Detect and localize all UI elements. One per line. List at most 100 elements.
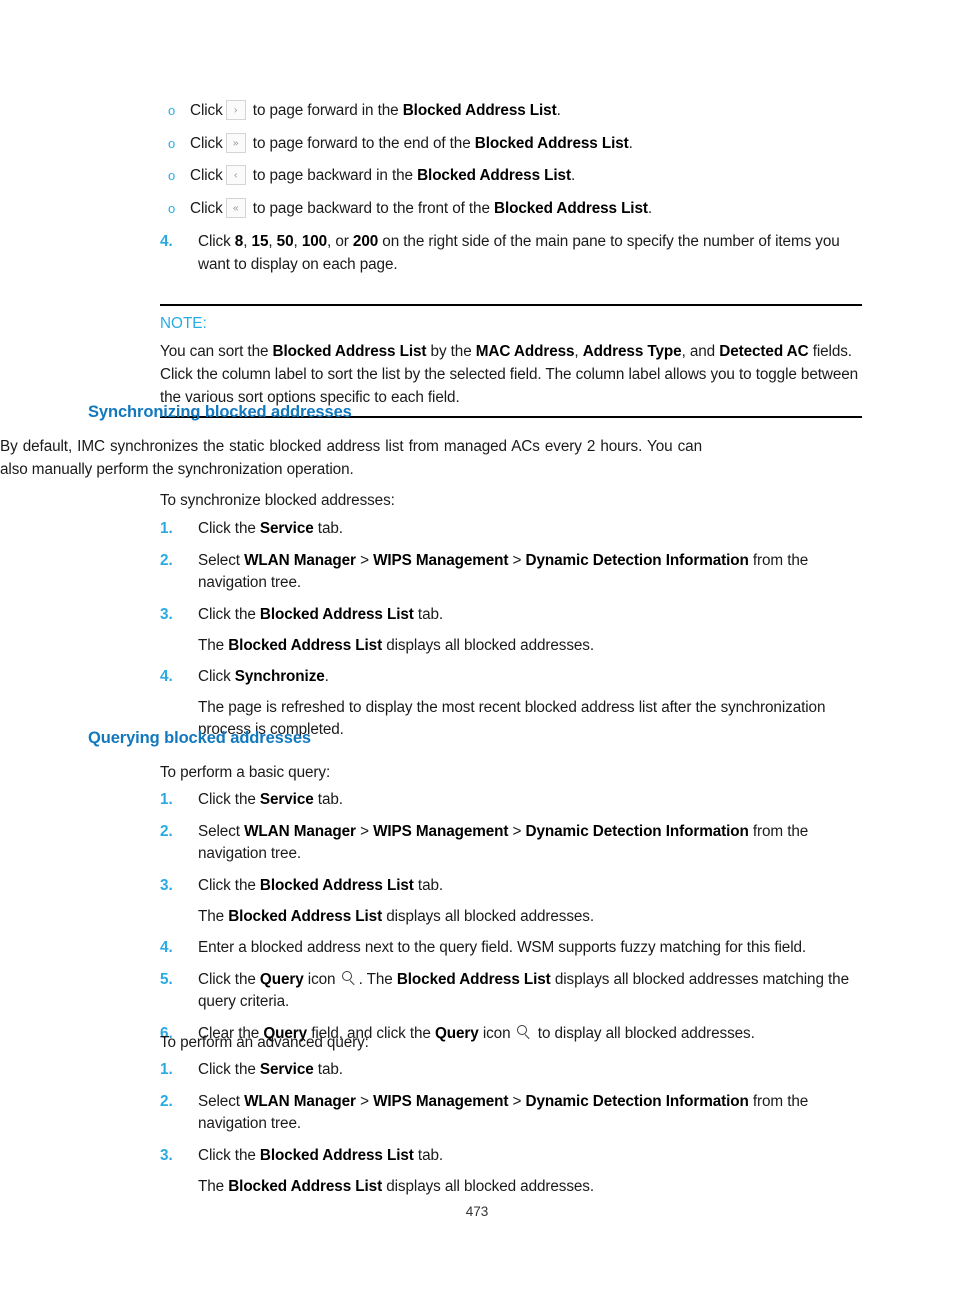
sep: , — [243, 233, 252, 250]
term-wips-management: WIPS Management — [373, 1092, 509, 1110]
seg: Click the — [198, 1061, 260, 1078]
note-title: NOTE: — [160, 315, 207, 332]
step-number: 2. — [160, 1092, 173, 1110]
note-body: You can sort the Blocked Address List by… — [160, 341, 862, 410]
step-text: Click the Blocked Address List tab. The … — [198, 1145, 862, 1198]
note-seg: , and — [681, 343, 720, 360]
step-text: Click the Blocked Address List tab. The … — [198, 604, 862, 657]
seg: Select — [198, 551, 245, 569]
seg: The — [198, 1177, 229, 1195]
seg: Click the — [198, 970, 260, 988]
text-after: . — [570, 167, 576, 185]
step-text: Select WLAN Manager > WIPS Management > … — [198, 1091, 862, 1136]
step-number: 2. — [160, 822, 173, 840]
term-query: Query — [259, 970, 304, 988]
bullet-marker: o — [168, 103, 176, 118]
seg: > — [355, 551, 374, 569]
note-container: NOTE: You can sort the Blocked Address L… — [160, 304, 862, 418]
seg: The — [198, 636, 229, 654]
step-subtext: The Blocked Address List displays all bl… — [198, 1176, 862, 1199]
term-mac-address: MAC Address — [475, 343, 575, 360]
seg: tab. — [313, 1061, 343, 1078]
sync-lead-in: To synchronize blocked addresses: — [160, 492, 395, 509]
term-service-tab: Service — [259, 791, 314, 808]
seg: > — [508, 822, 526, 840]
bold-term: Blocked Address List — [402, 102, 557, 119]
term-blocked-address-list: Blocked Address List — [396, 970, 551, 988]
step-text: Click 8, 15, 50, 100, or 200 on the righ… — [198, 231, 862, 276]
list-item: 4. Enter a blocked address next to the q… — [160, 937, 862, 960]
items-per-page-50: 50 — [276, 233, 294, 250]
seg: tab. — [413, 605, 444, 623]
term-synchronize: Synchronize — [234, 668, 325, 686]
bullet-marker: o — [168, 168, 176, 184]
bold-term: Blocked Address List — [417, 167, 571, 185]
term-blocked-address-list: Blocked Address List — [228, 907, 383, 925]
seg: Select — [198, 1092, 245, 1110]
steps: 1. Click the Service tab. 2. Select WLAN… — [160, 518, 862, 742]
click-label: Click — [190, 102, 223, 119]
steps: 4. Click 8, 15, 50, 100, or 200 on the r… — [160, 231, 862, 276]
step-number: 4. — [160, 939, 173, 957]
step-text: Click the Service tab. — [198, 518, 862, 541]
bold-term: Blocked Address List — [494, 199, 648, 217]
list-item: o Click» to page forward to the end of t… — [160, 132, 874, 156]
seg: displays all blocked addresses. — [382, 907, 594, 925]
seg: . The — [358, 970, 397, 988]
seg: tab. — [313, 791, 343, 808]
items-per-page-200: 200 — [352, 233, 379, 250]
list-item: 1. Click the Service tab. — [160, 789, 862, 812]
or: , or — [327, 233, 353, 250]
list-item-text: Click» to page forward to the end of the… — [190, 132, 874, 156]
page-number: 473 — [465, 1204, 489, 1219]
list-item: 2. Select WLAN Manager > WIPS Management… — [160, 550, 862, 595]
basic-query-steps-list: 1. Click the Service tab. 2. Select WLAN… — [160, 789, 862, 1055]
seg: tab. — [313, 520, 343, 537]
seg: Click — [198, 668, 235, 686]
list-item: o Click › to page forward in the Blocked … — [160, 100, 874, 123]
seg: Click the — [198, 876, 260, 894]
list-item: 3. Click the Blocked Address List tab. T… — [160, 875, 862, 928]
list-item: 3. Click the Blocked Address List tab. T… — [160, 604, 862, 657]
search-icon[interactable] — [341, 970, 357, 986]
seg: The — [198, 907, 229, 925]
seg: Click the — [198, 605, 260, 623]
term-wlan-manager: WLAN Manager — [244, 1092, 356, 1110]
text-after: . — [647, 199, 653, 217]
term-blocked-address-list: Blocked Address List — [272, 343, 427, 360]
list-item: 3. Click the Blocked Address List tab. T… — [160, 1145, 862, 1198]
page-first-icon[interactable]: « — [225, 197, 246, 218]
term-address-type: Address Type — [582, 343, 682, 360]
page-last-icon[interactable]: » — [225, 132, 246, 153]
page-backward-icon[interactable]: ‹ — [225, 165, 246, 186]
seg: Click the — [198, 520, 260, 537]
term-wlan-manager: WLAN Manager — [244, 822, 356, 840]
text-before: to page forward in the — [248, 102, 403, 119]
steps: 1. Click the Service tab. 2. Select WLAN… — [160, 1059, 862, 1198]
seg: Click the — [198, 1146, 260, 1164]
step-number: 1. — [160, 1061, 173, 1078]
seg: . — [324, 668, 329, 686]
items-per-page-100: 100 — [301, 233, 328, 250]
items-per-page-15: 15 — [251, 233, 269, 250]
term-service-tab: Service — [259, 1061, 314, 1078]
term-blocked-address-list: Blocked Address List — [228, 636, 383, 654]
document-page: o Click › to page forward in the Blocked … — [0, 0, 954, 1296]
term-blocked-address-list-tab: Blocked Address List — [259, 1146, 414, 1164]
items-per-page-8: 8 — [234, 233, 244, 250]
list-item: o Click « to page backward to the front o… — [160, 197, 874, 221]
term-blocked-address-list-tab: Blocked Address List — [259, 876, 414, 894]
list-item: 2. Select WLAN Manager > WIPS Management… — [160, 821, 862, 866]
step-text: Click the Service tab. — [198, 789, 862, 812]
step-text: Click the Blocked Address List tab. The … — [198, 875, 862, 928]
paging-bullet-list: o Click › to page forward in the Blocked … — [160, 100, 874, 231]
seg: Select — [198, 822, 245, 840]
seg: tab. — [413, 1146, 444, 1164]
seg: tab. — [413, 876, 444, 894]
list-item: 1. Click the Service tab. — [160, 518, 862, 541]
seg: > — [355, 822, 374, 840]
term-service-tab: Service — [259, 520, 314, 537]
page-forward-icon[interactable]: › — [225, 100, 246, 120]
sync-steps-list: 1. Click the Service tab. 2. Select WLAN… — [160, 518, 862, 751]
seg: displays all blocked addresses. — [382, 636, 594, 654]
